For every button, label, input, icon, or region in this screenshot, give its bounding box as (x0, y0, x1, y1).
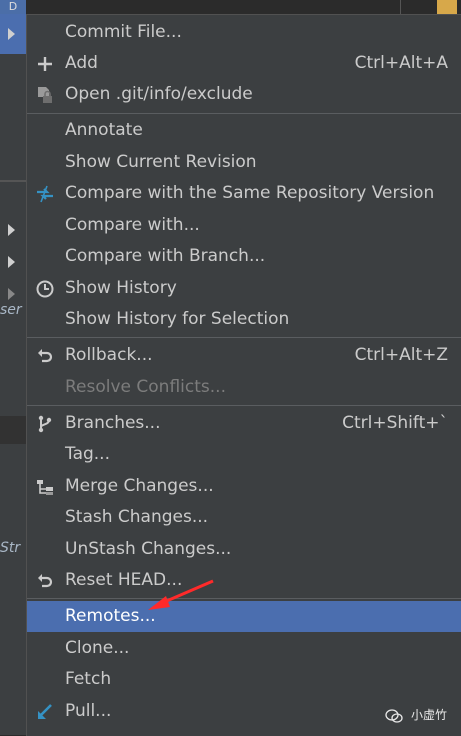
menu-item-label: Open .git/info/exclude (65, 84, 253, 104)
menu-item-merge-changes[interactable]: Merge Changes... (27, 471, 461, 502)
menu-item-label: Commit File... (65, 22, 182, 42)
menu-item-compare-with[interactable]: Compare with... (27, 210, 461, 241)
menu-item-compare-with-branch[interactable]: Compare with Branch... (27, 241, 461, 272)
watermark-text: 小虚竹 (410, 708, 447, 722)
merge-icon (37, 480, 53, 495)
menu-item-reset-head[interactable]: Reset HEAD... (27, 565, 461, 596)
expand-arrow-icon[interactable] (8, 256, 15, 268)
menu-separator (27, 405, 461, 406)
menu-item-label: Resolve Conflicts... (65, 377, 226, 397)
menu-item-label: Compare with the Same Repository Version (65, 183, 435, 203)
menu-item-label: Compare with Branch... (65, 246, 266, 266)
scrollbar-marker (437, 0, 457, 14)
selected-tree-row[interactable] (0, 14, 26, 54)
file-lock-icon (38, 87, 52, 103)
menu-item-label: Clone... (65, 638, 130, 658)
divider (400, 0, 401, 14)
menu-item-label: Branches... (65, 413, 161, 433)
menu-item-shortcut: Ctrl+Alt+A (354, 53, 448, 73)
menu-item-label: UnStash Changes... (65, 539, 232, 559)
menu-item-add[interactable]: Add Ctrl+Alt+A (27, 48, 461, 79)
menu-item-label: Show Current Revision (65, 152, 257, 172)
menu-item-annotate[interactable]: Annotate (27, 115, 461, 146)
menu-item-shortcut: Ctrl+Alt+Z (354, 345, 448, 365)
tab-fragment: D (0, 0, 26, 14)
wechat-icon (385, 708, 403, 723)
menu-item-label: Compare with... (65, 215, 200, 235)
menu-item-label: Pull... (65, 701, 112, 721)
expand-arrow-icon[interactable] (8, 28, 15, 40)
undo-icon (38, 349, 53, 363)
menu-separator (27, 598, 461, 599)
menu-item-rollback[interactable]: Rollback... Ctrl+Alt+Z (27, 340, 461, 371)
compare-icon (37, 185, 53, 203)
undo-icon (38, 574, 53, 588)
menu-item-label: Fetch (65, 669, 112, 689)
menu-item-clone[interactable]: Clone... (27, 633, 461, 664)
menu-item-label: Tag... (65, 444, 110, 464)
menu-item-tag[interactable]: Tag... (27, 439, 461, 470)
divider (0, 180, 26, 182)
menu-item-label: Remotes... (65, 606, 156, 626)
pull-arrow-icon (38, 704, 52, 719)
menu-item-label: Reset HEAD... (65, 570, 183, 590)
menu-item-unstash-changes[interactable]: UnStash Changes... (27, 534, 461, 565)
menu-item-open-exclude[interactable]: Open .git/info/exclude (27, 79, 461, 110)
menu-item-label: Annotate (65, 120, 143, 140)
branch-icon (38, 415, 52, 433)
clock-icon (36, 280, 54, 298)
menu-item-label: Show History (65, 278, 177, 298)
code-line-highlight (0, 416, 26, 444)
menu-item-remotes[interactable]: Remotes... (27, 601, 461, 632)
plus-icon (38, 57, 52, 71)
editor-top-strip: D (0, 0, 461, 14)
menu-item-show-history[interactable]: Show History (27, 273, 461, 304)
expand-arrow-icon[interactable] (8, 288, 15, 300)
menu-item-show-history-selection[interactable]: Show History for Selection (27, 304, 461, 335)
menu-item-commit-file[interactable]: Commit File... (27, 17, 461, 48)
menu-separator (27, 113, 461, 114)
menu-item-show-current-revision[interactable]: Show Current Revision (27, 147, 461, 178)
menu-item-resolve-conflicts: Resolve Conflicts... (27, 372, 461, 403)
menu-separator (27, 337, 461, 338)
menu-item-stash-changes[interactable]: Stash Changes... (27, 502, 461, 533)
code-fragment: Str (0, 540, 21, 556)
git-context-menu: Commit File... Add Ctrl+Alt+A Open .git/… (26, 14, 461, 736)
menu-item-branches[interactable]: Branches... Ctrl+Shift+` (27, 408, 461, 439)
watermark: 小虚竹 (385, 706, 447, 723)
menu-item-compare-same-version[interactable]: Compare with the Same Repository Version (27, 178, 461, 209)
menu-item-label: Stash Changes... (65, 507, 209, 527)
editor-gutter: ser Str (0, 0, 26, 735)
code-fragment: ser (0, 302, 22, 318)
menu-item-fetch[interactable]: Fetch (27, 664, 461, 695)
expand-arrow-icon[interactable] (8, 224, 15, 236)
menu-item-label: Merge Changes... (65, 476, 214, 496)
menu-item-label: Add (65, 53, 98, 73)
menu-item-label: Rollback... (65, 345, 153, 365)
menu-item-shortcut: Ctrl+Shift+` (342, 413, 448, 433)
menu-item-label: Show History for Selection (65, 309, 290, 329)
